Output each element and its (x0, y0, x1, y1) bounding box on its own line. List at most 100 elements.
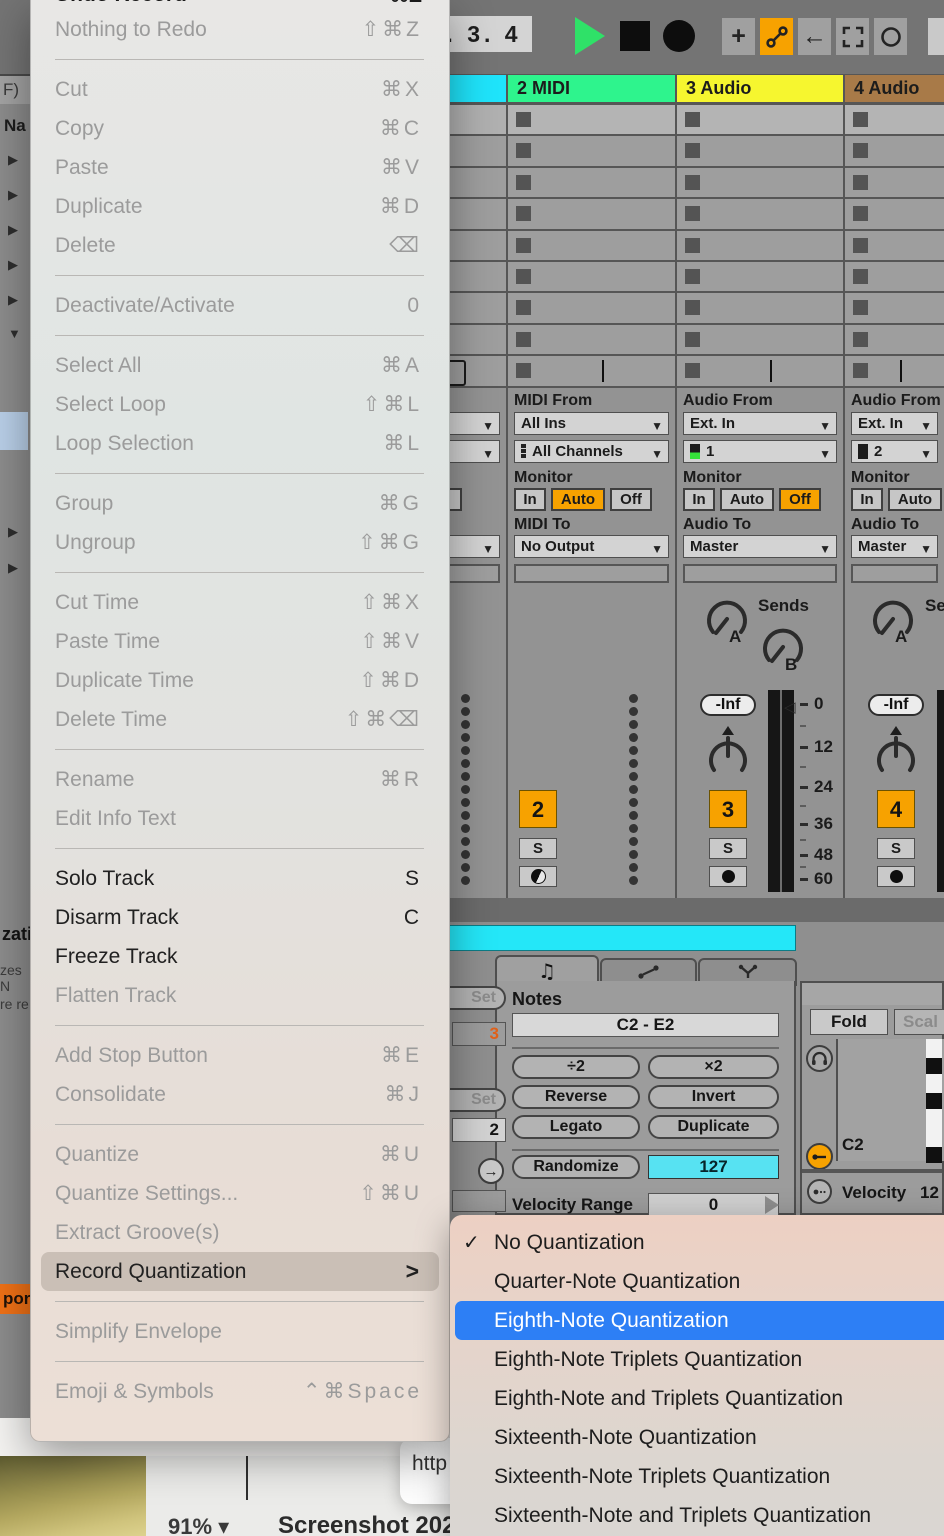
clip-slot[interactable] (508, 262, 675, 292)
clip-stop-button[interactable] (853, 363, 868, 378)
piano-key-w[interactable] (926, 1109, 942, 1128)
submenu-item-sixteenth-note-and-triplets-quantization[interactable]: Sixteenth-Note and Triplets Quantization (450, 1496, 944, 1535)
clip-slot[interactable] (845, 262, 944, 292)
clip-stop-button[interactable] (853, 331, 868, 347)
clip-slot[interactable] (508, 324, 675, 355)
menu-item-solo-track[interactable]: Solo Track S (31, 859, 449, 898)
menu-item-ungroup[interactable]: Ungroup ⇧⌘G (31, 523, 449, 562)
piano-key-w[interactable] (926, 1039, 942, 1058)
track-header-2[interactable]: 2 MIDI (508, 75, 675, 102)
note-op-legato[interactable]: Legato (512, 1115, 640, 1139)
monitor-in-button[interactable]: In (683, 488, 715, 511)
browser-item-arrow[interactable]: ▶ (8, 524, 18, 540)
clip-stop-button[interactable] (516, 300, 531, 316)
loop-circle-icon[interactable] (874, 18, 907, 55)
piano-key-b[interactable] (926, 1058, 942, 1074)
submenu-item-eighth-note-quantization[interactable]: Eighth-Note Quantization (455, 1301, 944, 1340)
gain-value-pill[interactable]: -Inf (700, 694, 756, 716)
menu-item-duplicate-time[interactable]: Duplicate Time ⇧⌘D (31, 661, 449, 700)
toolbar-button-partial[interactable] (928, 18, 944, 55)
clip-stop-button[interactable] (685, 237, 700, 253)
submenu-item-quarter-note-quantization[interactable]: Quarter-Note Quantization (450, 1262, 944, 1301)
menu-item-simplify-envelope[interactable]: Simplify Envelope (31, 1312, 449, 1351)
menu-item-disarm-track[interactable]: Disarm Track C (31, 898, 449, 937)
arm-button[interactable] (519, 866, 557, 887)
arm-button[interactable] (709, 866, 747, 887)
note-range-field[interactable]: C2 - E2 (512, 1013, 779, 1037)
clip-stop-button[interactable] (853, 174, 868, 190)
clip-stop-button[interactable] (853, 237, 868, 253)
clip-stop-button[interactable] (685, 363, 700, 378)
clip-slot[interactable] (845, 167, 944, 198)
clip-stop-button[interactable] (685, 174, 700, 190)
clip-stop-button[interactable] (516, 112, 531, 127)
input-channel-dropdown[interactable]: 1 ▼ (683, 440, 837, 463)
gain-value-pill[interactable]: -Inf (868, 694, 924, 716)
menu-item-rename[interactable]: Rename ⌘R (31, 760, 449, 799)
signature-field-fragment[interactable]: 3 (452, 1022, 506, 1046)
field-fragment[interactable] (452, 1190, 506, 1212)
monitor-auto-button[interactable]: Auto (720, 488, 774, 511)
monitor-in-button[interactable]: In (851, 488, 883, 511)
clip-slot[interactable] (845, 293, 944, 323)
clip-stop-button[interactable] (853, 300, 868, 316)
send-knob-a[interactable]: A (702, 594, 752, 651)
input-type-dropdown[interactable]: Ext. In ▼ (683, 412, 837, 435)
clip-stop-button[interactable] (516, 206, 531, 222)
menu-item-copy[interactable]: Copy ⌘C (31, 109, 449, 148)
desktop-photo-thumbnail[interactable] (0, 1456, 146, 1536)
velocity-lane-icon[interactable] (807, 1179, 832, 1204)
solo-button[interactable]: S (519, 838, 557, 859)
play-button[interactable] (575, 17, 605, 55)
output-dropdown[interactable]: No Output ▼ (514, 535, 669, 558)
volume-knob[interactable] (700, 722, 756, 787)
punch-brackets-icon[interactable] (836, 18, 869, 55)
track-header-3[interactable]: 3 Audio (677, 75, 843, 102)
submenu-item-no-quantization[interactable]: ✓ No Quantization (450, 1223, 944, 1262)
piano-key-b[interactable] (926, 1093, 942, 1109)
scene-stop-row[interactable] (677, 356, 843, 386)
clip-slot[interactable] (845, 105, 944, 135)
menu-item-group[interactable]: Group ⌘G (31, 484, 449, 523)
clip-slot[interactable] (677, 293, 843, 323)
menu-item-quantize[interactable]: Quantize ⌘U (31, 1135, 449, 1174)
stop-button[interactable] (620, 21, 650, 51)
menu-item-delete[interactable]: Delete ⌫ (31, 226, 449, 265)
send-knob-b[interactable]: B (758, 622, 808, 679)
monitor-off-button[interactable]: Off (779, 488, 821, 511)
menu-item-delete-time[interactable]: Delete Time ⇧⌘⌫ (31, 700, 449, 739)
track-number-button[interactable]: 4 (877, 790, 915, 828)
clip-slot[interactable] (508, 167, 675, 198)
menu-item-nothing-to-redo[interactable]: Nothing to Redo ⇧⌘Z (31, 10, 449, 49)
submenu-item-eighth-note-and-triplets-quantization[interactable]: Eighth-Note and Triplets Quantization (450, 1379, 944, 1418)
browser-item-arrow[interactable]: ▶ (8, 187, 18, 203)
menu-item-duplicate[interactable]: Duplicate ⌘D (31, 187, 449, 226)
back-to-arrangement-icon[interactable]: ← (798, 18, 831, 55)
clip-slot[interactable] (845, 136, 944, 166)
send-knob-a[interactable]: A (868, 594, 918, 651)
record-button[interactable] (663, 20, 695, 52)
clip-stop-button[interactable] (853, 143, 868, 159)
clip-slot[interactable] (845, 230, 944, 260)
scene-stop-row[interactable] (845, 356, 944, 386)
clip-slot[interactable] (677, 324, 843, 355)
browser-item-arrow-open[interactable]: ▼ (8, 326, 21, 341)
clip-stop-button[interactable] (853, 269, 868, 284)
clip-slot[interactable] (508, 199, 675, 229)
clip-slot[interactable] (677, 262, 843, 292)
draw-mode-icon[interactable] (806, 1143, 833, 1170)
menu-item-freeze-track[interactable]: Freeze Track (31, 937, 449, 976)
track-number-button[interactable]: 3 (709, 790, 747, 828)
track-number-button[interactable]: 2 (519, 790, 557, 828)
browser-item-arrow[interactable]: ▶ (8, 292, 18, 308)
menu-item-extract-groove-s-[interactable]: Extract Groove(s) (31, 1213, 449, 1252)
menu-item-record-quantization[interactable]: Record Quantization > (41, 1252, 439, 1291)
clip-slot[interactable] (508, 230, 675, 260)
monitor-auto-button[interactable]: Auto (551, 488, 605, 511)
scale-button[interactable]: Scal (894, 1009, 944, 1035)
piano-keys[interactable] (926, 1039, 942, 1163)
menu-item-consolidate[interactable]: Consolidate ⌘J (31, 1075, 449, 1114)
browser-item-arrow[interactable]: ▶ (8, 560, 18, 576)
clip-stop-button[interactable] (516, 143, 531, 159)
randomize-value-field[interactable]: 127 (648, 1155, 779, 1179)
